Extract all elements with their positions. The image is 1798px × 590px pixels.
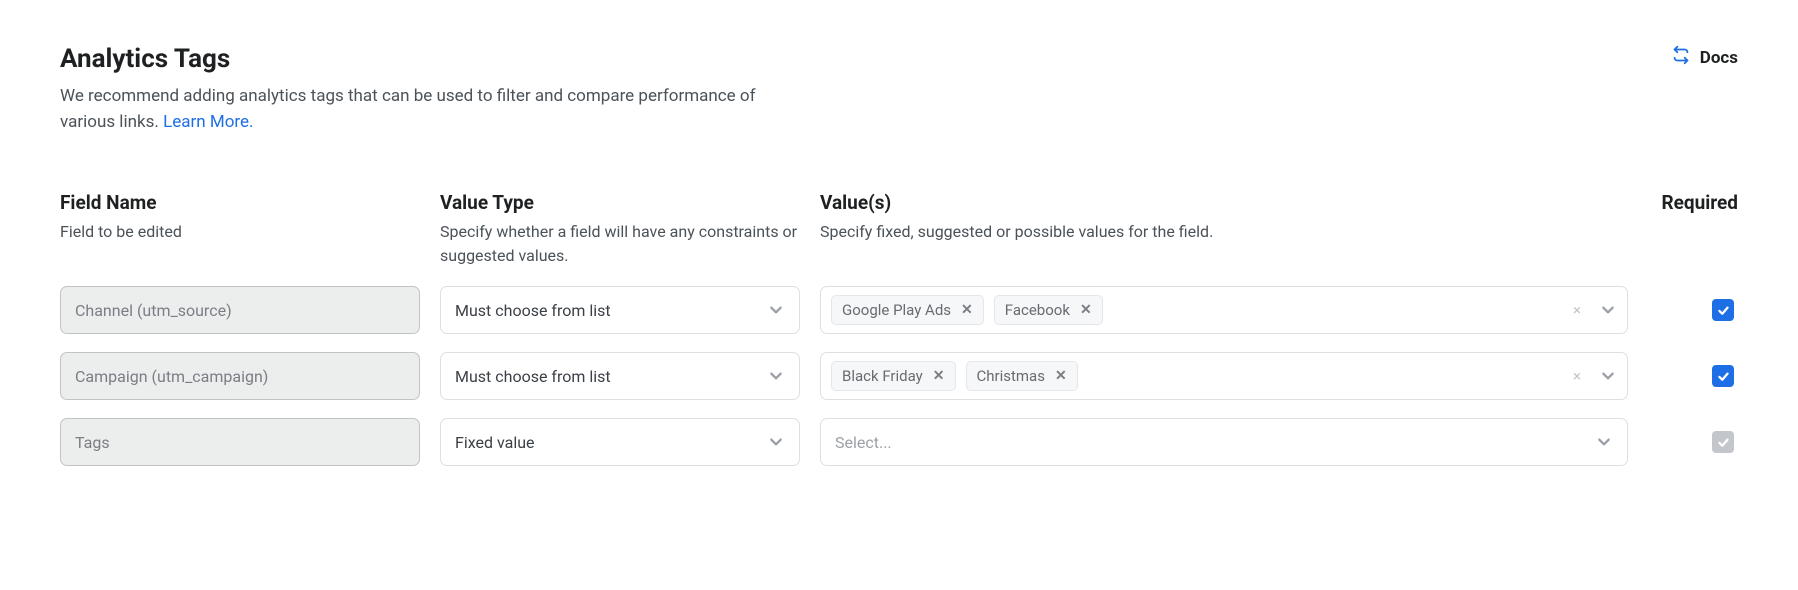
tag-label: Facebook xyxy=(1005,301,1070,319)
value-type-cell: Must choose from list xyxy=(440,286,800,334)
value-type-select[interactable]: Must choose from list xyxy=(440,352,800,400)
table-row: Campaign (utm_campaign) xyxy=(60,352,420,400)
value-type-selected: Fixed value xyxy=(455,433,535,452)
tag-label: Christmas xyxy=(977,367,1045,385)
chevron-down-icon xyxy=(767,433,785,451)
value-type-selected: Must choose from list xyxy=(455,367,611,386)
values-cell: Select... xyxy=(820,418,1628,466)
chevron-down-icon xyxy=(1599,301,1617,319)
value-type-cell: Fixed value xyxy=(440,418,800,466)
col-title-required: Required xyxy=(1648,191,1738,214)
chevron-down-icon xyxy=(767,367,785,385)
required-cell xyxy=(1648,286,1738,334)
chevron-down-icon xyxy=(1595,433,1613,451)
value-tag: Christmas ✕ xyxy=(966,361,1078,391)
col-title-values: Value(s) xyxy=(820,191,1628,214)
remove-tag-icon[interactable]: ✕ xyxy=(961,302,973,318)
field-name-input: Channel (utm_source) xyxy=(60,286,420,334)
values-tag-input[interactable]: Black Friday ✕ Christmas ✕ × xyxy=(820,352,1628,400)
chevron-down-icon xyxy=(1599,367,1617,385)
col-title-value-type: Value Type xyxy=(440,191,800,214)
col-desc-value-type: Specify whether a field will have any co… xyxy=(440,220,800,268)
learn-more-link[interactable]: Learn More. xyxy=(163,112,253,132)
field-name-input: Tags xyxy=(60,418,420,466)
table-row: Tags xyxy=(60,418,420,466)
page-subtitle: We recommend adding analytics tags that … xyxy=(60,84,780,135)
docs-label: Docs xyxy=(1700,48,1738,68)
required-checkbox xyxy=(1712,431,1734,453)
col-header-required: Required xyxy=(1648,191,1738,220)
col-desc-field-name: Field to be edited xyxy=(60,220,420,244)
value-tag: Google Play Ads ✕ xyxy=(831,295,984,325)
value-tag: Facebook ✕ xyxy=(994,295,1103,325)
col-header-field-name: Field Name Field to be edited xyxy=(60,191,420,244)
docs-button[interactable]: Docs xyxy=(1670,44,1738,71)
remove-tag-icon[interactable]: ✕ xyxy=(933,368,945,384)
values-select[interactable]: Select... xyxy=(820,418,1628,466)
col-desc-values: Specify fixed, suggested or possible val… xyxy=(820,220,1628,244)
required-checkbox[interactable] xyxy=(1712,365,1734,387)
page-title: Analytics Tags xyxy=(60,44,780,74)
remove-tag-icon[interactable]: ✕ xyxy=(1055,368,1067,384)
required-checkbox[interactable] xyxy=(1712,299,1734,321)
clear-all-tags-icon[interactable]: × xyxy=(1573,367,1581,385)
col-header-value-type: Value Type Specify whether a field will … xyxy=(440,191,800,268)
value-type-select[interactable]: Must choose from list xyxy=(440,286,800,334)
values-cell: Google Play Ads ✕ Facebook ✕ × xyxy=(820,286,1628,334)
clear-all-tags-icon[interactable]: × xyxy=(1573,301,1581,319)
docs-icon xyxy=(1670,44,1692,71)
required-cell xyxy=(1648,352,1738,400)
value-type-cell: Must choose from list xyxy=(440,352,800,400)
tag-label: Google Play Ads xyxy=(842,301,951,319)
col-header-values: Value(s) Specify fixed, suggested or pos… xyxy=(820,191,1628,244)
col-title-field-name: Field Name xyxy=(60,191,420,214)
analytics-tags-table: Field Name Field to be edited Value Type… xyxy=(60,191,1738,466)
remove-tag-icon[interactable]: ✕ xyxy=(1080,302,1092,318)
required-cell xyxy=(1648,418,1738,466)
table-row: Channel (utm_source) xyxy=(60,286,420,334)
value-type-select[interactable]: Fixed value xyxy=(440,418,800,466)
field-name-input: Campaign (utm_campaign) xyxy=(60,352,420,400)
value-type-selected: Must choose from list xyxy=(455,301,611,320)
chevron-down-icon xyxy=(767,301,785,319)
values-cell: Black Friday ✕ Christmas ✕ × xyxy=(820,352,1628,400)
tag-label: Black Friday xyxy=(842,367,923,385)
value-tag: Black Friday ✕ xyxy=(831,361,956,391)
values-placeholder: Select... xyxy=(835,433,892,452)
values-tag-input[interactable]: Google Play Ads ✕ Facebook ✕ × xyxy=(820,286,1628,334)
